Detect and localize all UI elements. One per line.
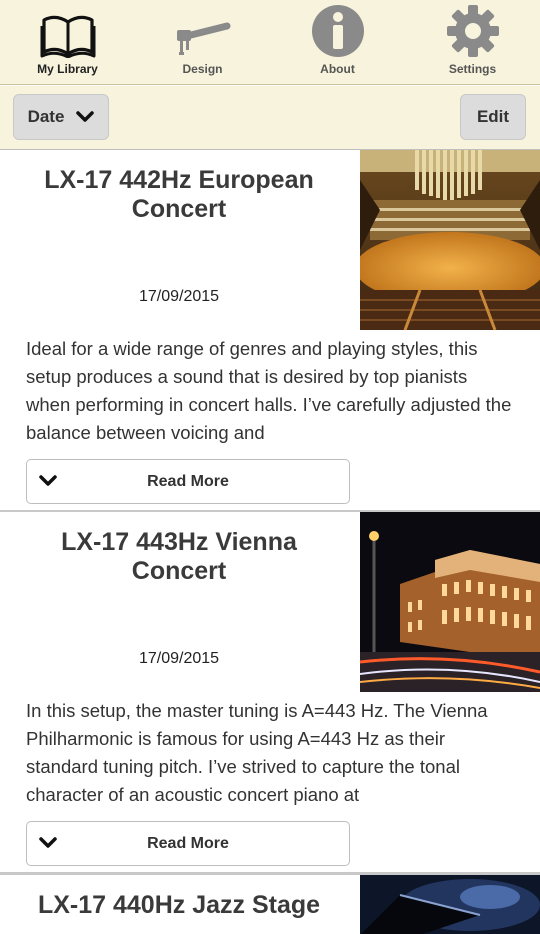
item-date: 17/09/2015 bbox=[138, 650, 220, 667]
sort-date-button[interactable]: Date bbox=[13, 94, 109, 140]
book-icon bbox=[40, 15, 95, 58]
chevron-down-icon bbox=[39, 837, 57, 848]
tab-my-library[interactable]: My Library bbox=[0, 0, 135, 84]
tab-label: My Library bbox=[37, 62, 98, 76]
read-more-label: Read More bbox=[147, 472, 229, 490]
item-date: 17/09/2015 bbox=[138, 288, 220, 305]
tab-label: Design bbox=[182, 62, 223, 76]
read-more-button[interactable]: Read More bbox=[26, 459, 350, 504]
tab-label: About bbox=[320, 62, 355, 76]
item-description: Ideal for a wide range of genres and pla… bbox=[26, 338, 512, 443]
concert-hall-photo bbox=[360, 150, 540, 330]
jazz-stage-piano-photo bbox=[360, 875, 540, 934]
list-item[interactable]: LX-17 440Hz Jazz Stage bbox=[0, 874, 540, 934]
tuning-hammer-icon bbox=[176, 22, 230, 55]
tab-about[interactable]: About bbox=[270, 0, 405, 84]
tab-design[interactable]: Design bbox=[135, 0, 270, 84]
read-more-label: Read More bbox=[147, 834, 229, 852]
item-title: LX-17 440Hz Jazz Stage bbox=[37, 891, 321, 919]
list-item[interactable]: LX-17 443Hz Vienna Concert 17/09/2015 In… bbox=[0, 512, 540, 874]
chevron-down-icon bbox=[39, 475, 57, 486]
tab-settings[interactable]: Settings bbox=[405, 0, 540, 84]
sort-label: Date bbox=[27, 107, 65, 126]
tab-bar: My Library Design About Settings bbox=[0, 0, 540, 85]
item-description: In this setup, the master tuning is A=44… bbox=[26, 700, 488, 805]
gear-icon bbox=[446, 5, 499, 57]
tab-label: Settings bbox=[448, 62, 497, 76]
vienna-musikverein-night-photo bbox=[360, 512, 540, 692]
toolbar: Date Edit bbox=[0, 86, 540, 150]
read-more-button[interactable]: Read More bbox=[26, 821, 350, 866]
chevron-down-icon bbox=[76, 111, 95, 122]
item-title: LX-17 442Hz European Concert bbox=[44, 166, 314, 223]
info-icon bbox=[311, 5, 364, 57]
list-item[interactable]: LX-17 442Hz European Concert 17/09/2015 bbox=[0, 150, 540, 512]
edit-button[interactable]: Edit bbox=[460, 94, 526, 140]
item-title: LX-17 443Hz Vienna Concert bbox=[61, 528, 297, 585]
